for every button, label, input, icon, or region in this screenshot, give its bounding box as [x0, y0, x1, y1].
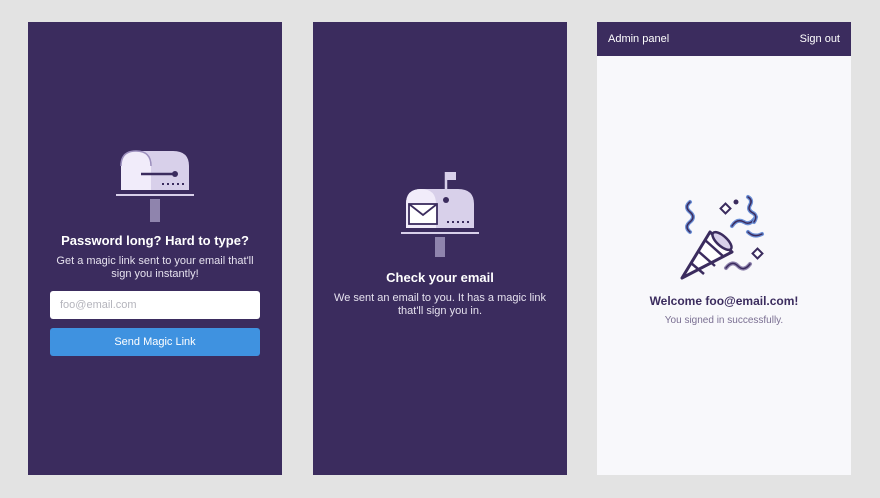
- admin-screen: Admin panel Sign out Welcome foo@email.c…: [597, 22, 851, 475]
- party-popper-icon: [680, 195, 764, 280]
- admin-panel-title: Admin panel: [608, 33, 670, 45]
- welcome-message: Welcome foo@email.com!: [649, 294, 799, 308]
- check-email-description: We sent an email to you. It has a magic …: [334, 292, 546, 317]
- login-screen: Password long? Hard to type? Get a magic…: [28, 22, 282, 475]
- sign-out-link[interactable]: Sign out: [800, 33, 840, 45]
- success-message: You signed in successfully.: [664, 315, 784, 326]
- email-input[interactable]: [50, 291, 260, 319]
- check-email-screen: Check your email We sent an email to you…: [313, 22, 567, 475]
- mailbox-closed-icon: [116, 150, 194, 222]
- login-description: Get a magic link sent to your email that…: [56, 255, 254, 280]
- login-heading: Password long? Hard to type?: [61, 233, 249, 248]
- check-email-heading: Check your email: [386, 270, 494, 285]
- mailbox-with-letter-icon: [401, 172, 479, 257]
- send-magic-link-button[interactable]: Send Magic Link: [50, 328, 260, 356]
- admin-header: Admin panel Sign out: [597, 22, 851, 56]
